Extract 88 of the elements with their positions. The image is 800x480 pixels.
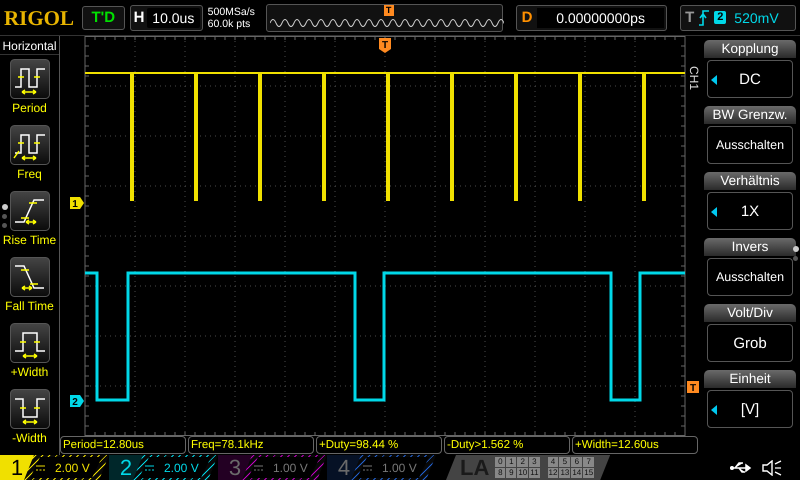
channel-number: 4: [327, 455, 361, 480]
dc-coupling-icon: [36, 464, 45, 470]
channel-tab[interactable]: 2 2.00 V: [109, 455, 218, 480]
digital-channel-chip: 10: [517, 468, 528, 478]
trigger-position-marker: T: [384, 4, 394, 16]
softkey-button[interactable]: DC: [707, 60, 793, 98]
delay-box[interactable]: D 0.00000000ps: [516, 4, 668, 30]
softkey-button[interactable]: Grob: [707, 324, 793, 362]
sample-rate: 500MSa/s: [208, 6, 256, 18]
measure-item-button[interactable]: Period: [10, 55, 50, 121]
channel-scale: 1.00 V: [248, 457, 320, 478]
channel-tab[interactable]: 3 1.00 V: [218, 455, 327, 480]
channel-scale: 2.00 V: [139, 457, 211, 478]
digital-channel-chip: 3: [529, 457, 540, 467]
pwidth-measure-icon: [10, 323, 50, 363]
option-arrow-icon: [711, 405, 717, 415]
softkey-button[interactable]: Ausschalten: [707, 126, 793, 164]
softkey-button[interactable]: [V]: [707, 390, 793, 428]
measurement-readout: Period=12.80us: [60, 436, 186, 454]
channel-tab[interactable]: 1 2.00 V: [0, 455, 109, 480]
measure-item-button[interactable]: Fall Time: [5, 253, 54, 319]
digital-channel-chip: 0: [495, 457, 506, 467]
channel-tab[interactable]: 4 1.00 V: [327, 455, 436, 480]
run-status-button[interactable]: T'D: [82, 6, 126, 30]
channel-label: CH1: [687, 66, 700, 90]
trigger-level: 520mV: [734, 10, 779, 26]
digital-channel-chip: 12: [548, 468, 558, 478]
measure-item-button[interactable]: Rise Time: [2, 187, 56, 253]
dc-coupling-icon: [145, 464, 154, 470]
trigger-level-marker[interactable]: T: [687, 381, 699, 394]
channel-number: 2: [109, 455, 143, 480]
usb-icon: [730, 462, 752, 474]
digital-channel-chip: 14: [571, 468, 582, 478]
trigger-label: T: [685, 9, 694, 26]
memory-depth: 60.0k pts: [208, 18, 252, 30]
softkey-title: BW Grenzw.: [704, 106, 796, 124]
softkey-title: Volt/Div: [704, 304, 796, 322]
fall-measure-icon: [10, 257, 50, 297]
digital-channel-chip: 9: [506, 468, 516, 478]
softkey-title: Einheit: [704, 370, 796, 388]
digital-channel-chip: 13: [559, 468, 570, 478]
softkey-button[interactable]: 1X: [707, 192, 793, 230]
measurement-readout: +Duty=98.44 %: [316, 436, 442, 454]
menu-title: Horizontal: [0, 38, 59, 55]
measurement-readout: +Width=12.60us: [572, 436, 698, 454]
trigger-source-badge: 2: [714, 11, 726, 24]
brand-logo: RIGOL: [4, 4, 76, 30]
channel-marker[interactable]: 1: [70, 197, 84, 210]
measurement-readout: Freq=78.1kHz: [188, 436, 314, 454]
softkey-title: Verhältnis: [704, 172, 796, 190]
rising-edge-icon: [698, 10, 710, 26]
measure-item-button[interactable]: +Width: [10, 319, 50, 385]
channel-number: 1: [0, 455, 34, 480]
delay-value: 0.00000000ps: [537, 8, 664, 28]
softkey-title: Invers: [704, 238, 796, 256]
rise-measure-icon: [10, 191, 50, 231]
period-measure-icon: [10, 59, 50, 99]
measure-item-button[interactable]: -Width: [10, 385, 50, 451]
digital-channel-chip: 1: [506, 457, 516, 467]
digital-channel-chip: 6: [571, 457, 582, 467]
dc-coupling-icon: [363, 464, 372, 470]
digital-channel-chip: 8: [495, 468, 506, 478]
digital-channel-chip: 7: [583, 457, 594, 467]
digital-channel-chip: 5: [559, 457, 570, 467]
softkey-button[interactable]: Ausschalten: [707, 258, 793, 296]
freq-measure-icon: [10, 125, 50, 165]
digital-channel-chip: 4: [548, 457, 558, 467]
channel-scale: 1.00 V: [357, 457, 429, 478]
digital-channel-chip: 2: [517, 457, 528, 467]
measurement-readout: -Duty>1.562 %: [444, 436, 570, 454]
channel-marker[interactable]: 2: [70, 395, 84, 408]
digital-channel-chip: 15: [583, 468, 594, 478]
channel-number: 3: [218, 455, 252, 480]
trigger-box[interactable]: T 2 520mV: [680, 4, 796, 30]
option-arrow-icon: [711, 75, 717, 85]
delay-label: D: [520, 9, 534, 26]
option-arrow-icon: [711, 207, 717, 217]
digital-channel-chip: 11: [529, 468, 540, 478]
channel-scale: 2.00 V: [30, 457, 102, 478]
speaker-muted-icon[interactable]: [762, 460, 782, 476]
timebase-label: H: [132, 9, 146, 26]
nwidth-measure-icon: [10, 389, 50, 429]
softkey-title: Kopplung: [704, 40, 796, 58]
dc-coupling-icon: [254, 464, 263, 470]
timebase-value: 10.0us: [147, 8, 200, 28]
timebase-box[interactable]: H 10.0us: [130, 4, 203, 30]
measure-item-button[interactable]: Freq: [10, 121, 50, 187]
trigger-position-marker[interactable]: T: [379, 38, 391, 53]
